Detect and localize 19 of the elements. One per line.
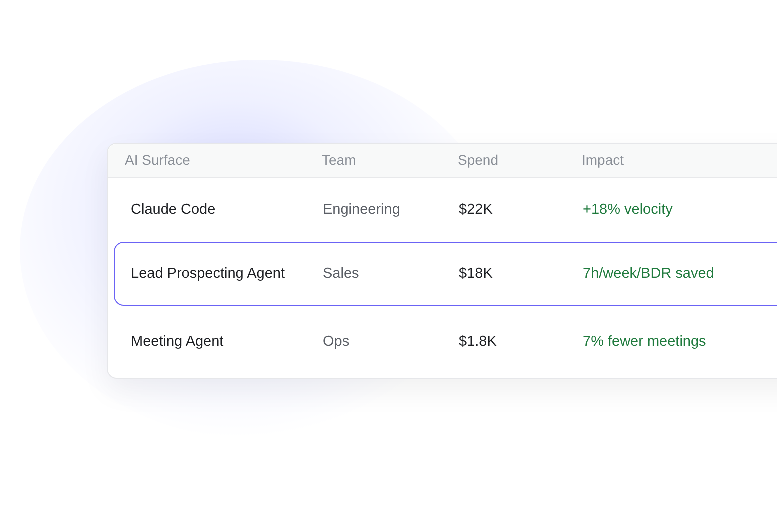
- column-header: Spend: [458, 152, 498, 168]
- table-cell: 7h/week/BDR saved: [583, 266, 714, 282]
- table-cell: $18K: [459, 266, 493, 282]
- table-cell: Claude Code: [131, 202, 216, 218]
- table-cell: Lead Prospecting Agent: [131, 266, 285, 282]
- table-cell: Engineering: [323, 202, 400, 218]
- column-header: AI Surface: [125, 152, 190, 168]
- column-header: Team: [322, 152, 356, 168]
- table-cell: $22K: [459, 202, 493, 218]
- table-cell: +18% velocity: [583, 202, 673, 218]
- table-cell: $1.8K: [459, 334, 497, 350]
- table-row[interactable]: Lead Prospecting Agent Sales $18K 7h/week/BDR saved: [114, 242, 777, 306]
- table-cell: Sales: [323, 266, 360, 282]
- column-header: Impact: [582, 152, 624, 168]
- table-cell: Ops: [323, 334, 350, 350]
- table-row[interactable]: Meeting Agent Ops $1.8K 7% fewer meetings: [114, 306, 777, 378]
- table-cell: 7% fewer meetings: [583, 334, 706, 350]
- table-row[interactable]: Claude Code Engineering $22K +18% velocity: [114, 178, 777, 242]
- table-cell: Meeting Agent: [131, 334, 224, 350]
